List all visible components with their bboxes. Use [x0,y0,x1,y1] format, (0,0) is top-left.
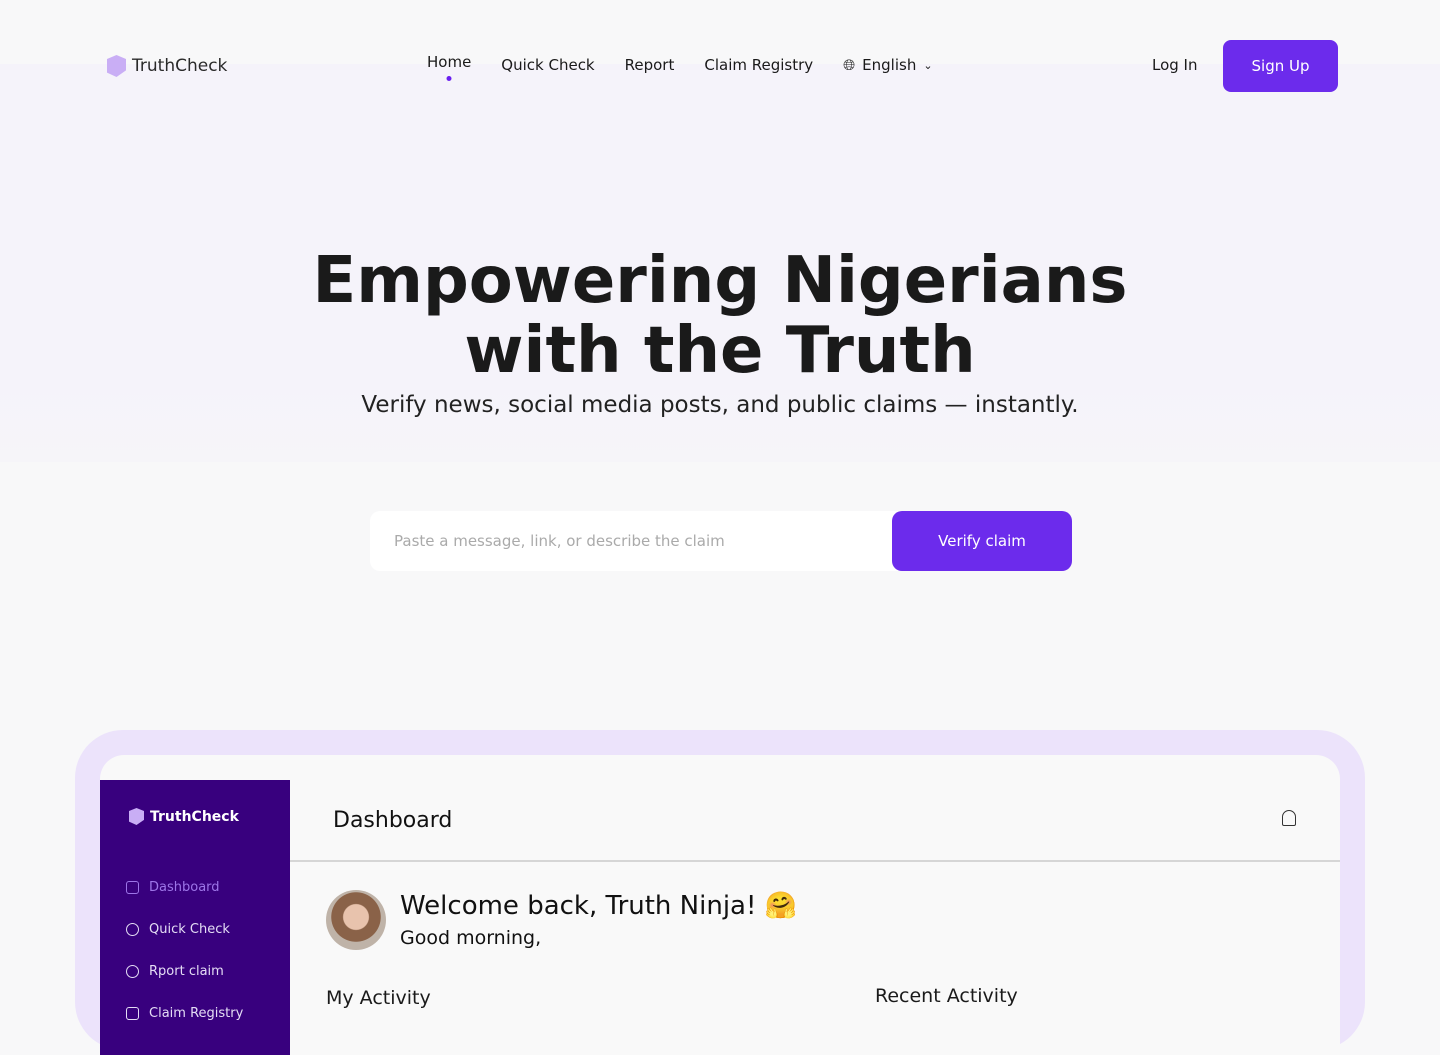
hero-subtitle: Verify news, social media posts, and pub… [361,392,1079,418]
verify-claim-button[interactable]: Verify claim [892,511,1072,571]
dashboard-header: Dashboard [290,780,1340,862]
avatar [326,890,386,950]
sidebar-item-label: Quick Check [149,922,230,937]
hero-title: Empowering Nigerians with the Truth [0,246,1440,386]
welcome-heading: Welcome back, Truth Ninja! 🤗 [400,891,798,921]
login-link[interactable]: Log In [1152,56,1198,74]
recent-activity-heading: Recent Activity [875,985,1018,1007]
signup-button[interactable]: Sign Up [1223,40,1338,92]
greeting-text: Good morning, [400,927,542,949]
sidebar-brand-name: TruthCheck [150,808,239,825]
sidebar-item-claim-registry[interactable]: Claim Registry [126,1006,243,1021]
nav-quick-check[interactable]: Quick Check [501,56,594,74]
report-icon [126,965,139,978]
sidebar-item-dashboard[interactable]: Dashboard [126,880,220,895]
folder-icon [126,1007,139,1020]
nav-report[interactable]: Report [625,56,675,74]
nav-home[interactable]: Home [427,53,472,81]
brand-logo[interactable]: TruthCheck [107,55,227,77]
dashboard-icon [126,881,139,894]
language-selector[interactable]: 🌐︎ English ⌄ [843,56,932,74]
sidebar-item-report-claim[interactable]: Rport claim [126,964,224,979]
bell-icon[interactable] [1282,810,1296,826]
active-dot [446,76,452,81]
sidebar-item-label: Claim Registry [149,1006,244,1021]
dashboard-title: Dashboard [333,808,453,833]
refresh-search-icon [126,923,139,936]
shield-logo-icon [107,55,126,77]
claim-search-bar: Verify claim [370,511,1072,571]
dashboard-sidebar: TruthCheck Dashboard Quick Check Rport c… [100,780,290,1055]
globe-icon: 🌐︎ [843,56,856,74]
nav-claim-registry[interactable]: Claim Registry [704,56,813,74]
sidebar-item-label: Rport claim [149,964,224,979]
my-activity-heading: My Activity [326,987,431,1009]
shield-logo-icon [129,808,144,825]
hero-title-line2: with the Truth [464,314,976,388]
nav-home-label: Home [427,53,472,71]
hero-title-line1: Empowering Nigerians [312,244,1128,318]
top-nav: TruthCheck Home Quick Check Report Claim… [0,0,1440,130]
dashboard-preview: TruthCheck Dashboard Quick Check Rport c… [100,755,1340,1055]
sidebar-item-label: Dashboard [149,880,220,895]
chevron-down-icon: ⌄ [923,58,933,72]
sidebar-brand: TruthCheck [129,808,239,825]
brand-name: TruthCheck [132,56,228,76]
language-label: English [862,56,917,74]
sidebar-item-quick-check[interactable]: Quick Check [126,922,230,937]
claim-input[interactable] [394,511,884,571]
